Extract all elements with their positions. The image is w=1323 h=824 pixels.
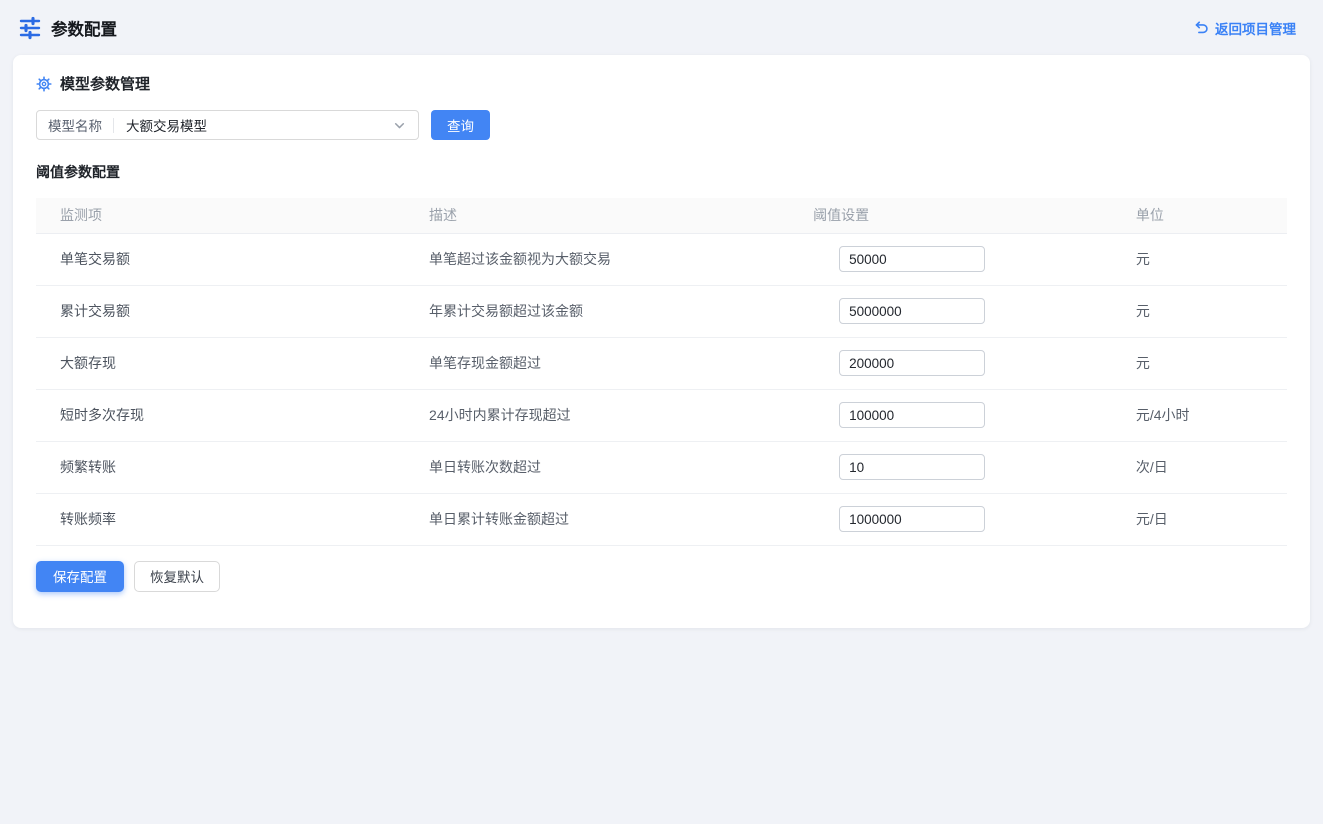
- restore-default-button[interactable]: 恢复默认: [134, 561, 220, 592]
- row-desc: 年累计交易额超过该金额: [405, 285, 789, 337]
- col-header-threshold: 阈值设置: [789, 198, 1112, 233]
- threshold-input[interactable]: [839, 402, 985, 428]
- col-header-item: 监测项: [36, 198, 405, 233]
- row-item: 累计交易额: [36, 285, 405, 337]
- row-unit: 元/日: [1112, 493, 1287, 545]
- return-arrow-icon: [1194, 20, 1209, 35]
- row-item: 单笔交易额: [36, 233, 405, 285]
- sliders-icon: [18, 16, 42, 40]
- row-desc: 单笔存现金额超过: [405, 337, 789, 389]
- gear-icon: [36, 76, 52, 92]
- table-row: 短时多次存现 24小时内累计存现超过 元/4小时: [36, 389, 1287, 441]
- model-params-card: 模型参数管理 模型名称 大额交易模型 查询 阈值参数配置 监测项 描述 阈值设置…: [13, 55, 1310, 628]
- row-desc: 24小时内累计存现超过: [405, 389, 789, 441]
- col-header-desc: 描述: [405, 198, 789, 233]
- threshold-table: 监测项 描述 阈值设置 单位 单笔交易额 单笔超过该金额视为大额交易 元 累计交…: [36, 198, 1287, 546]
- row-unit: 元/4小时: [1112, 389, 1287, 441]
- model-name-select[interactable]: 模型名称 大额交易模型: [36, 110, 419, 140]
- table-row: 累计交易额 年累计交易额超过该金额 元: [36, 285, 1287, 337]
- table-row: 转账频率 单日累计转账金额超过 元/日: [36, 493, 1287, 545]
- row-desc: 单日转账次数超过: [405, 441, 789, 493]
- row-item: 频繁转账: [36, 441, 405, 493]
- row-item: 大额存现: [36, 337, 405, 389]
- row-desc: 单日累计转账金额超过: [405, 493, 789, 545]
- section-title: 模型参数管理: [60, 73, 150, 94]
- row-unit: 元: [1112, 337, 1287, 389]
- row-item: 短时多次存现: [36, 389, 405, 441]
- table-row: 频繁转账 单日转账次数超过 次/日: [36, 441, 1287, 493]
- row-item: 转账频率: [36, 493, 405, 545]
- threshold-input[interactable]: [839, 350, 985, 376]
- row-unit: 次/日: [1112, 441, 1287, 493]
- model-name-label: 模型名称: [37, 115, 113, 135]
- page-title: 参数配置: [51, 16, 117, 40]
- col-header-unit: 单位: [1112, 198, 1287, 233]
- table-row: 大额存现 单笔存现金额超过 元: [36, 337, 1287, 389]
- chevron-down-icon: [393, 119, 406, 132]
- page-header: 参数配置 返回项目管理: [0, 0, 1323, 55]
- row-unit: 元: [1112, 233, 1287, 285]
- save-config-button[interactable]: 保存配置: [36, 561, 124, 592]
- threshold-input[interactable]: [839, 454, 985, 480]
- row-unit: 元: [1112, 285, 1287, 337]
- threshold-input[interactable]: [839, 506, 985, 532]
- threshold-input[interactable]: [839, 246, 985, 272]
- table-row: 单笔交易额 单笔超过该金额视为大额交易 元: [36, 233, 1287, 285]
- table-header-row: 监测项 描述 阈值设置 单位: [36, 198, 1287, 233]
- back-to-project-link[interactable]: 返回项目管理: [1194, 18, 1296, 38]
- threshold-input[interactable]: [839, 298, 985, 324]
- row-desc: 单笔超过该金额视为大额交易: [405, 233, 789, 285]
- threshold-table-title: 阈值参数配置: [36, 162, 1287, 182]
- back-link-label: 返回项目管理: [1215, 18, 1296, 38]
- model-name-value: 大额交易模型: [114, 115, 393, 135]
- query-button[interactable]: 查询: [431, 110, 490, 140]
